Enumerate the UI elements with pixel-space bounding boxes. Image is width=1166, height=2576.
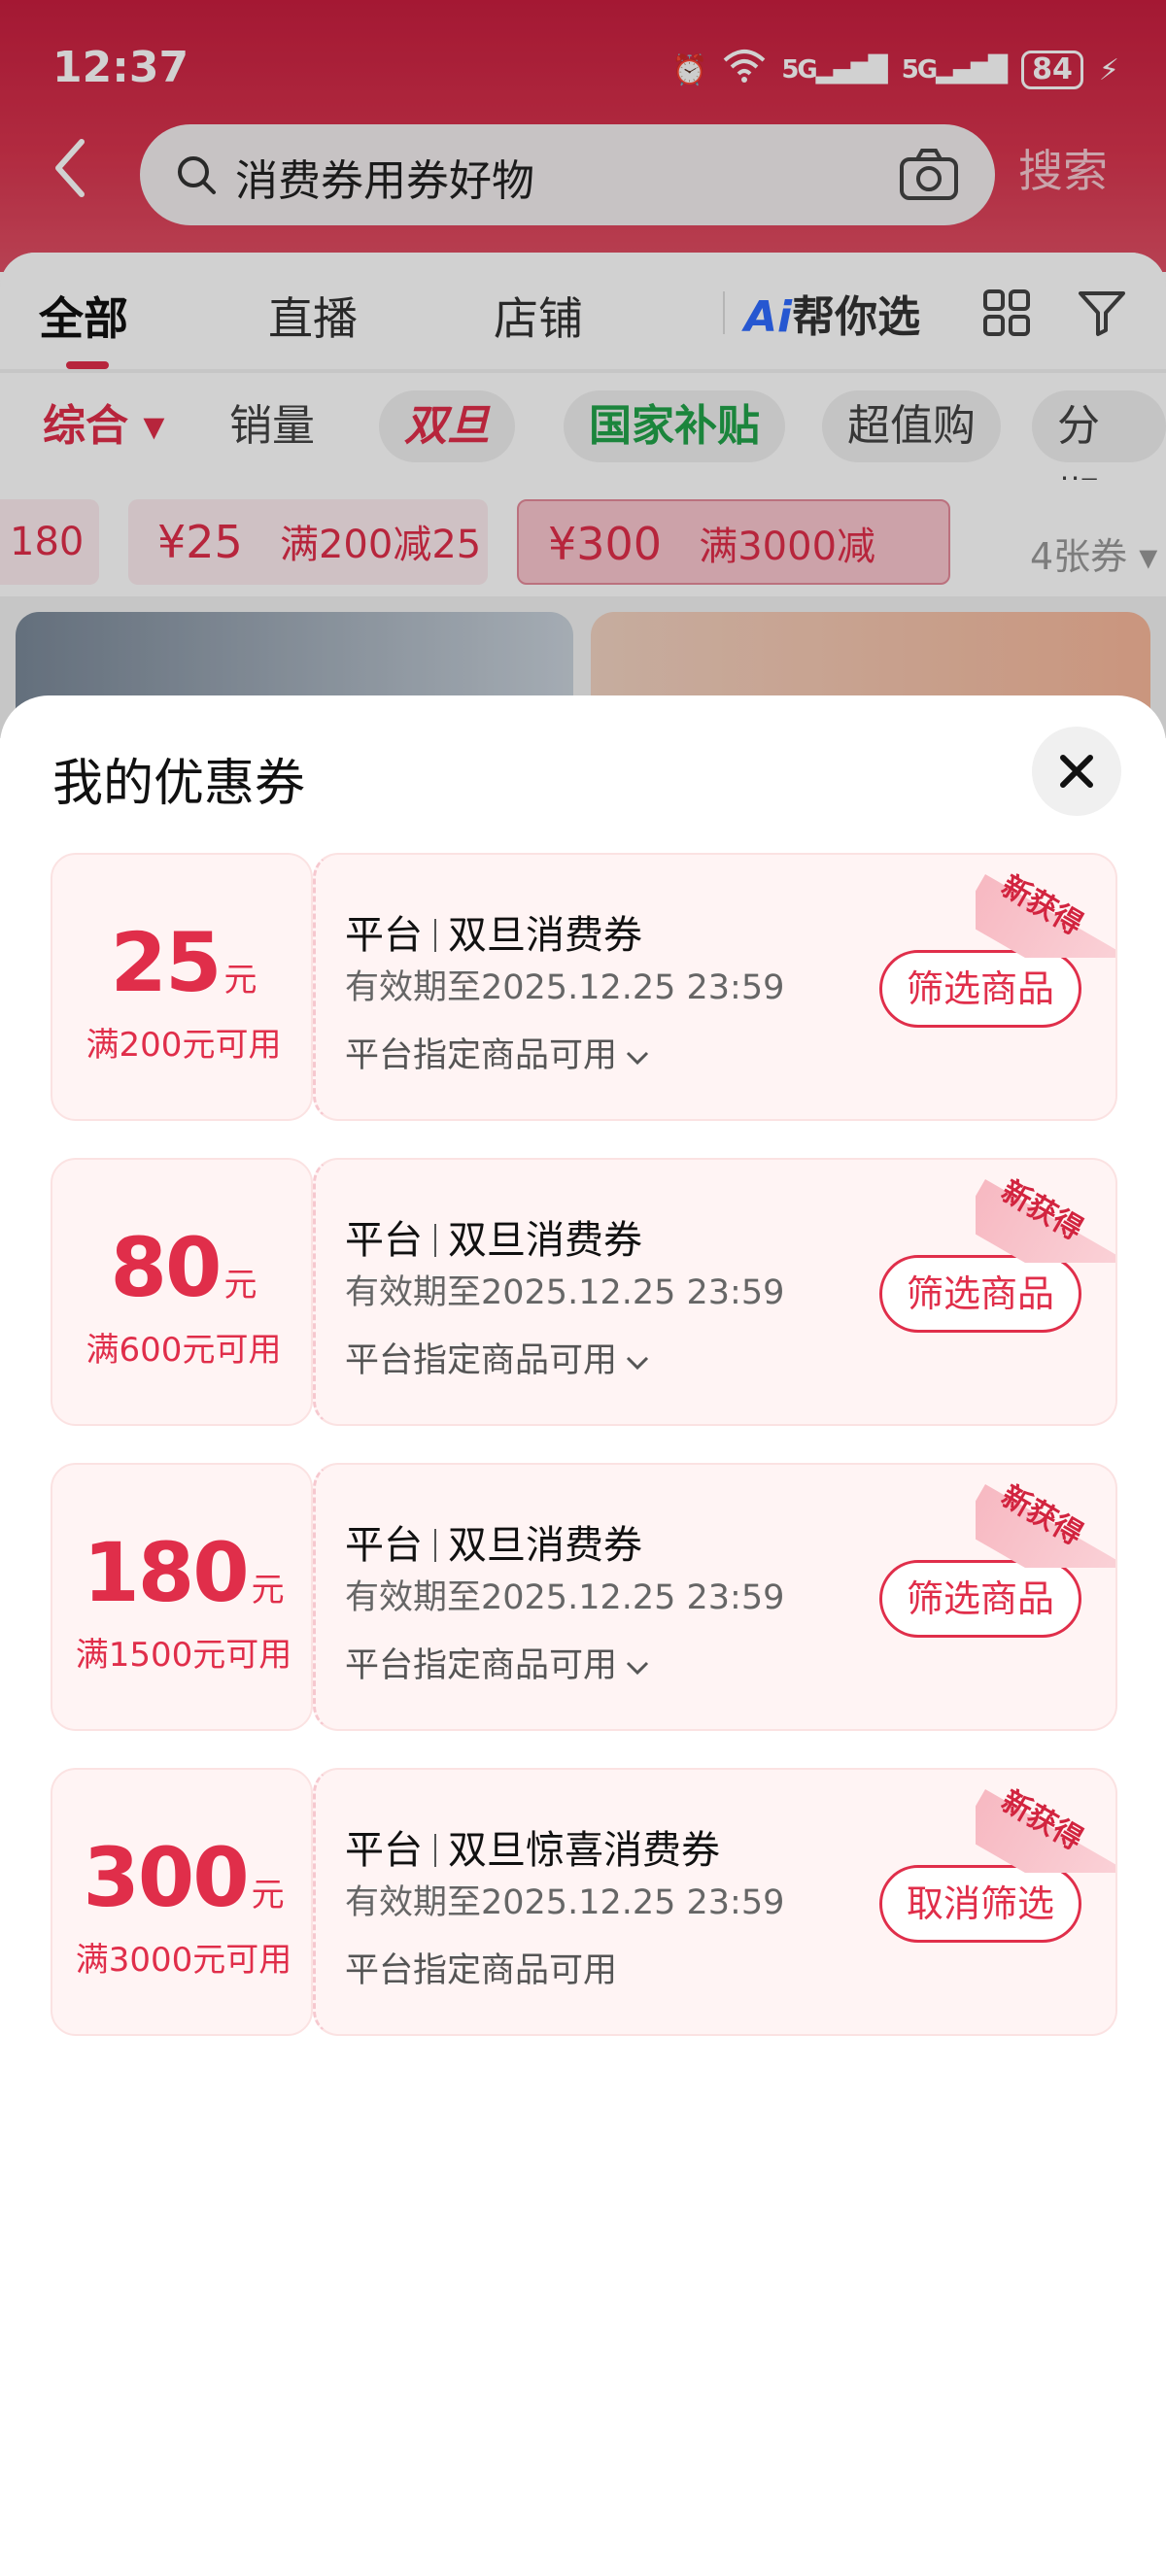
coupon-detail-panel: 平台 双旦消费券 有效期至2025.12.25 23:59 平台指定商品可用 筛选…: [313, 853, 1117, 1121]
coupon-title: 平台 双旦消费券: [345, 1523, 642, 1568]
coupon-detail-panel: 平台 双旦消费券 有效期至2025.12.25 23:59 平台指定商品可用 筛选…: [313, 1463, 1117, 1731]
coupon-value-panel: 300 元 满3000元可用: [51, 1768, 313, 2036]
overlay-dim[interactable]: [0, 0, 1166, 738]
coupon-condition: 满3000元可用: [75, 1941, 292, 1980]
coupon-card: 80 元 满600元可用 平台 双旦消费券 有效期至2025.12.25 23:59…: [51, 1158, 1117, 1426]
coupon-amount: 80: [110, 1220, 223, 1315]
coupon-title: 平台 双旦消费券: [345, 913, 642, 958]
coupon-validity: 有效期至2025.12.25 23:59: [345, 1273, 785, 1312]
coupon-value-panel: 180 元 满1500元可用: [51, 1463, 313, 1731]
coupon-amount: 300: [83, 1830, 249, 1925]
coupon-validity: 有效期至2025.12.25 23:59: [345, 1883, 785, 1922]
coupon-condition: 满200元可用: [86, 1026, 282, 1065]
new-badge: 新获得: [976, 1465, 1115, 1568]
coupon-amount: 25: [110, 915, 223, 1010]
coupon-scope[interactable]: 平台指定商品可用: [345, 1638, 650, 1687]
chevron-down-icon: [625, 1036, 650, 1075]
coupon-title: 平台 双旦消费券: [345, 1218, 642, 1263]
coupon-card: 300 元 满3000元可用 平台 双旦惊喜消费券 有效期至2025.12.25 2…: [51, 1768, 1117, 2036]
coupon-unit: 元: [251, 1876, 285, 1915]
coupon-scope: 平台指定商品可用: [345, 1951, 618, 1990]
coupon-unit: 元: [251, 1571, 285, 1610]
filter-products-button[interactable]: 筛选商品: [879, 950, 1081, 1028]
coupon-validity: 有效期至2025.12.25 23:59: [345, 968, 785, 1007]
close-button[interactable]: [1032, 727, 1121, 816]
coupon-title: 平台 双旦惊喜消费券: [345, 1828, 720, 1873]
coupon-scope[interactable]: 平台指定商品可用: [345, 1028, 650, 1077]
filter-products-button[interactable]: 筛选商品: [879, 1255, 1081, 1333]
new-badge: 新获得: [976, 1770, 1115, 1873]
coupon-condition: 满600元可用: [86, 1331, 282, 1370]
filter-products-button[interactable]: 筛选商品: [879, 1560, 1081, 1638]
coupon-condition: 满1500元可用: [75, 1636, 292, 1675]
coupon-value-panel: 25 元 满200元可用: [51, 853, 313, 1121]
sheet-title: 我的优惠券: [52, 755, 306, 813]
coupon-detail-panel: 平台 双旦惊喜消费券 有效期至2025.12.25 23:59 平台指定商品可用 …: [313, 1768, 1117, 2036]
coupon-card: 180 元 满1500元可用 平台 双旦消费券 有效期至2025.12.25 23:…: [51, 1463, 1117, 1731]
chevron-down-icon: [625, 1341, 650, 1380]
my-coupons-sheet: 我的优惠券 25 元 满200元可用 平台 双旦消费券 有效期至2025.12.25…: [0, 695, 1166, 2576]
new-badge: 新获得: [976, 855, 1115, 958]
coupon-unit: 元: [223, 1266, 257, 1305]
chevron-down-icon: [625, 1646, 650, 1685]
close-icon: [1060, 755, 1093, 788]
coupon-validity: 有效期至2025.12.25 23:59: [345, 1578, 785, 1617]
coupon-scope[interactable]: 平台指定商品可用: [345, 1333, 650, 1382]
coupon-value-panel: 80 元 满600元可用: [51, 1158, 313, 1426]
coupon-unit: 元: [223, 961, 257, 1000]
coupon-card: 25 元 满200元可用 平台 双旦消费券 有效期至2025.12.25 23:59…: [51, 853, 1117, 1121]
coupon-detail-panel: 平台 双旦消费券 有效期至2025.12.25 23:59 平台指定商品可用 筛选…: [313, 1158, 1117, 1426]
new-badge: 新获得: [976, 1160, 1115, 1263]
cancel-filter-button[interactable]: 取消筛选: [879, 1865, 1081, 1943]
coupon-amount: 180: [83, 1525, 249, 1620]
